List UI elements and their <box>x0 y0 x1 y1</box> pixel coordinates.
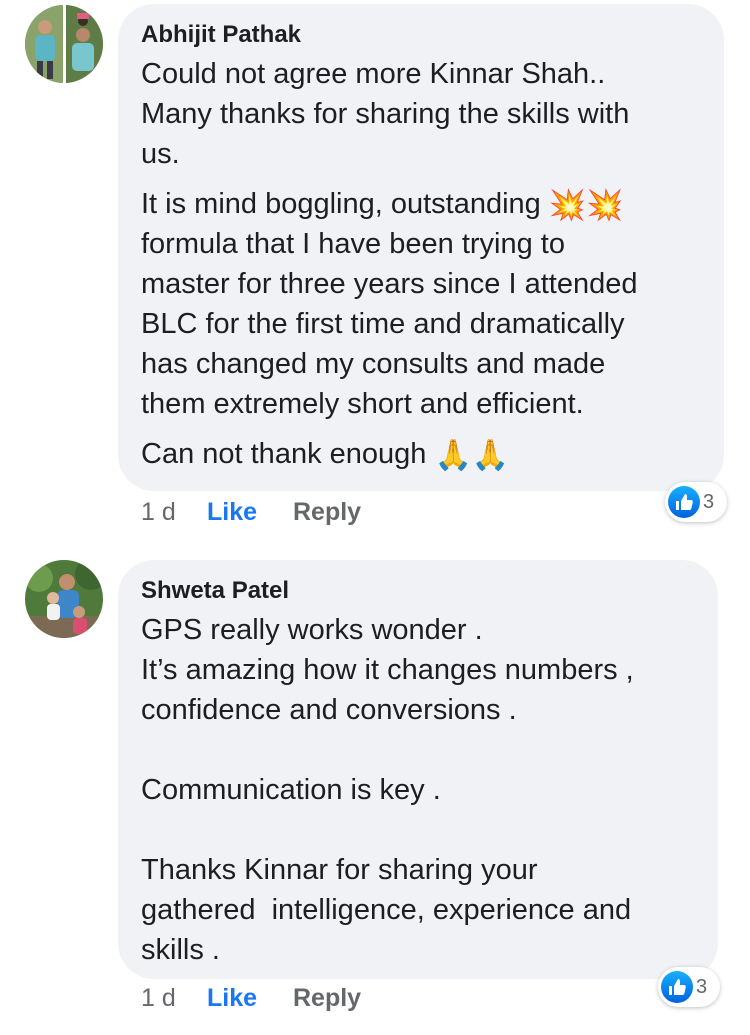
comment-bubble: Shweta Patel GPS really works wonder . I… <box>118 560 718 979</box>
reply-button[interactable]: Reply <box>293 983 361 1013</box>
collision-emoji-icon: 💥💥 <box>548 189 624 222</box>
avatar[interactable] <box>25 5 103 83</box>
comment-text: formula that I have been trying to maste… <box>141 228 638 420</box>
comment-timestamp[interactable]: 1 d <box>141 983 207 1013</box>
comment-author[interactable]: Abhijit Pathak <box>141 20 700 50</box>
reply-button[interactable]: Reply <box>293 497 361 527</box>
comment: Abhijit Pathak Could not agree more Kinn… <box>0 0 750 540</box>
folded-hands-emoji-icon: 🙏🙏 <box>434 439 510 472</box>
reaction-summary[interactable]: 3 <box>658 967 720 1007</box>
avatar-photo <box>25 5 103 83</box>
like-button[interactable]: Like <box>207 983 293 1013</box>
avatar-photo <box>25 560 103 638</box>
comment-text-paragraph: Could not agree more Kinnar Shah.. Many … <box>141 58 630 170</box>
comment-text-paragraph: Can not thank enough 🙏🙏 <box>141 434 700 474</box>
reaction-count: 3 <box>696 975 708 998</box>
comment-actions: 1 d Like Reply <box>141 983 361 1013</box>
comment-actions: 1 d Like Reply <box>141 497 361 527</box>
comment-author[interactable]: Shweta Patel <box>141 576 694 606</box>
like-icon <box>661 971 693 1003</box>
avatar[interactable] <box>25 560 103 638</box>
comment-timestamp[interactable]: 1 d <box>141 497 207 527</box>
comment-text-paragraph: It is mind boggling, outstanding 💥💥 formu… <box>141 184 700 424</box>
comment-text: Can not thank enough <box>141 438 435 470</box>
reaction-count: 3 <box>703 490 715 513</box>
like-button[interactable]: Like <box>207 497 293 527</box>
comment-text-paragraph: GPS really works wonder . It’s amazing h… <box>141 614 634 966</box>
like-icon <box>668 486 700 518</box>
reaction-summary[interactable]: 3 <box>665 482 727 522</box>
comment: Shweta Patel GPS really works wonder . I… <box>0 540 750 1035</box>
comment-bubble: Abhijit Pathak Could not agree more Kinn… <box>118 4 724 491</box>
comment-text: It is mind boggling, outstanding <box>141 188 549 220</box>
